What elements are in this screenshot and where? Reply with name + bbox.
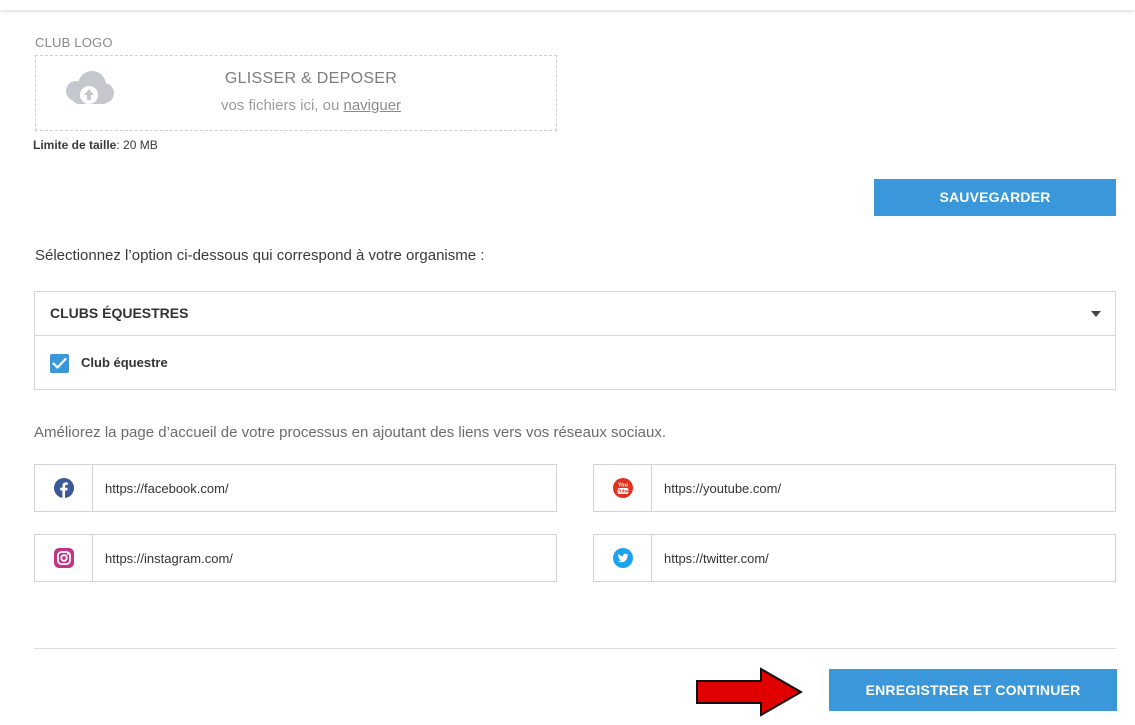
- organization-instruction: Sélectionnez l’option ci-dessous qui cor…: [35, 247, 485, 264]
- cloud-upload-icon: [58, 66, 120, 112]
- dropzone-subtitle: vos fichiers ici, ou naviguer: [186, 97, 436, 114]
- red-arrow-icon: [695, 667, 805, 722]
- size-limit-label: Limite de taille: [33, 138, 117, 152]
- club-logo-label: CLUB LOGO: [35, 35, 113, 50]
- category-dropdown[interactable]: CLUBS ÉQUESTRES: [35, 292, 1115, 336]
- dropzone-subtitle-text: vos fichiers ici, ou: [220, 97, 344, 114]
- save-button[interactable]: SAUVEGARDER: [874, 179, 1116, 216]
- twitter-icon: [594, 535, 652, 581]
- instagram-field: [34, 534, 557, 582]
- size-limit: Limite de taille: 20 MB: [33, 138, 158, 152]
- dropzone-title: GLISSER & DEPOSER: [224, 70, 398, 87]
- save-and-continue-button[interactable]: ENREGISTRER ET CONTINUER: [829, 669, 1117, 711]
- facebook-field: [34, 464, 557, 512]
- twitter-field: [593, 534, 1116, 582]
- instagram-icon: [35, 535, 93, 581]
- browse-link[interactable]: naviguer: [344, 97, 402, 114]
- social-intro: Améliorez la page d’accueil de votre pro…: [34, 424, 667, 441]
- svg-text:You: You: [618, 483, 628, 489]
- category-label: CLUBS ÉQUESTRES: [50, 305, 189, 321]
- youtube-input[interactable]: [652, 465, 1115, 511]
- divider: [34, 648, 1116, 649]
- top-bar: [0, 0, 1135, 10]
- size-limit-value: : 20 MB: [116, 138, 158, 152]
- twitter-input[interactable]: [652, 535, 1115, 581]
- svg-text:Tube: Tube: [617, 489, 628, 495]
- option-label: Club équestre: [81, 355, 168, 370]
- caret-down-icon: [1091, 311, 1101, 317]
- facebook-input[interactable]: [93, 465, 556, 511]
- youtube-icon: You Tube: [594, 465, 652, 511]
- youtube-field: You Tube: [593, 464, 1116, 512]
- facebook-icon: [35, 465, 93, 511]
- logo-dropzone[interactable]: GLISSER & DEPOSER vos fichiers ici, ou n…: [35, 55, 557, 131]
- organization-select: CLUBS ÉQUESTRES Club équestre: [34, 291, 1116, 390]
- checkbox-checked-icon[interactable]: [50, 354, 69, 373]
- instagram-input[interactable]: [93, 535, 556, 581]
